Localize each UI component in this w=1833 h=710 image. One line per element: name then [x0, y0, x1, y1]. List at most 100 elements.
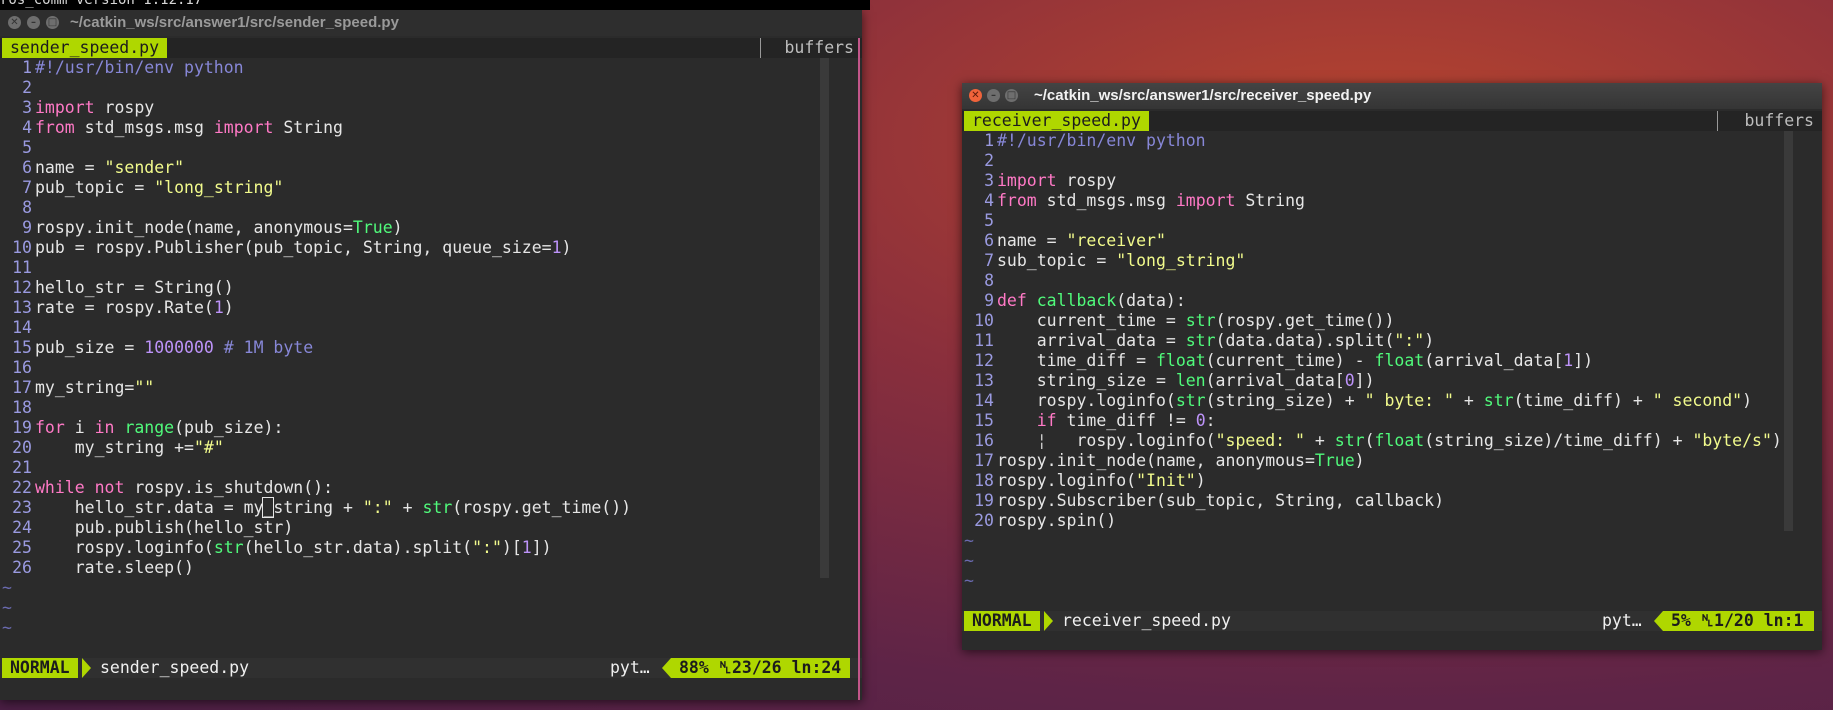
code-line[interactable]: 9 rospy.init_node(name, anonymous=True) — [0, 218, 862, 238]
code-line[interactable]: 13 rate = rospy.Rate(1) — [0, 298, 862, 318]
code-line[interactable]: 20 rospy.spin() — [962, 511, 1822, 531]
code-token: sub_topic = — [997, 251, 1117, 270]
code-line[interactable]: 16 — [0, 358, 862, 378]
maximize-icon[interactable]: □ — [1005, 89, 1018, 102]
code-line[interactable]: 13 string_size = len(arrival_data[0]) — [962, 371, 1822, 391]
scrollbar[interactable] — [820, 58, 829, 578]
code-line[interactable]: 16 ¦ rospy.loginfo("speed: " + str(float… — [962, 431, 1822, 451]
code-token: #!/usr/bin/env python — [35, 58, 244, 77]
code-token: (string_size)/time_diff) + — [1424, 431, 1693, 450]
code-line[interactable]: 20 my_string +="#" — [0, 438, 862, 458]
line-number: 6 — [22, 158, 32, 177]
code-line[interactable]: 12 hello_str = String() — [0, 278, 862, 298]
maximize-icon[interactable]: □ — [46, 16, 59, 29]
code-line[interactable]: 19 for i in range(pub_size): — [0, 418, 862, 438]
code-area[interactable]: 1 #!/usr/bin/env python 2 3 import rospy 4 fro… — [0, 58, 862, 638]
code-line[interactable]: 14 rospy.loginfo(str(string_size) + " by… — [962, 391, 1822, 411]
buffers-label: buffers — [784, 38, 854, 57]
vim-statusline: NORMAL sender_speed.py pyt… 88% ␤23/26 l… — [0, 658, 862, 678]
code-line[interactable]: 14 — [0, 318, 862, 338]
code-token: (rospy.get_time()) — [1215, 311, 1395, 330]
line-number: 1 — [984, 131, 994, 150]
code-line[interactable]: 4 from std_msgs.msg import String — [0, 118, 862, 138]
line-number: 17 — [974, 451, 994, 470]
code-line[interactable]: 8 — [962, 271, 1822, 291]
code-line[interactable]: 19 rospy.Subscriber(sub_topic, String, ca… — [962, 491, 1822, 511]
code-token: string + — [273, 498, 363, 517]
code-line[interactable]: 6 name = "receiver" — [962, 231, 1822, 251]
code-line[interactable]: 17 my_string="" — [0, 378, 862, 398]
code-line[interactable]: 5 — [962, 211, 1822, 231]
code-line[interactable]: 2 — [962, 151, 1822, 171]
code-line[interactable]: 25 rospy.loginfo(str(hello_str.data).spl… — [0, 538, 862, 558]
code-line[interactable]: 22 while not rospy.is_shutdown(): — [0, 478, 862, 498]
code-line[interactable]: 11 arrival_data = str(data.data).split("… — [962, 331, 1822, 351]
code-line[interactable]: 23 hello_str.data = my_string + ":" + st… — [0, 497, 862, 518]
line-number: 20 — [974, 511, 994, 530]
code-token: ]) — [531, 538, 552, 557]
line-number: 7 — [984, 251, 994, 270]
code-token: std_msgs.msg — [74, 118, 214, 137]
line-number: 13 — [974, 371, 994, 390]
vim-screen[interactable]: receiver_speed.py buffers 1 #!/usr/bin/en… — [962, 111, 1822, 650]
code-line[interactable]: 6 name = "sender" — [0, 158, 862, 178]
code-line[interactable]: 12 time_diff = float(current_time) - flo… — [962, 351, 1822, 371]
empty-line-tilde: ~ — [2, 578, 12, 597]
code-token: rate = rospy.Rate( — [35, 298, 214, 317]
code-line[interactable]: 24 pub.publish(hello_str) — [0, 518, 862, 538]
code-area[interactable]: 1 #!/usr/bin/env python 2 3 import rospy 4 fro… — [962, 131, 1822, 591]
code-token: 1 — [1563, 351, 1574, 370]
code-token: rospy.spin() — [997, 511, 1117, 530]
code-line[interactable]: 10 pub = rospy.Publisher(pub_topic, Strin… — [0, 238, 862, 258]
close-icon[interactable]: ✕ — [8, 16, 21, 29]
code-token: rospy.loginfo( — [1046, 431, 1216, 450]
code-line[interactable]: 5 — [0, 138, 862, 158]
terminal-window-receiver[interactable]: ✕ – □ ~/catkin_ws/src/answer1/src/receiv… — [962, 83, 1822, 650]
code-line[interactable]: 18 rospy.loginfo("Init") — [962, 471, 1822, 491]
status-position: 88% ␤23/26 ln:24 — [671, 658, 850, 678]
code-line[interactable]: 15 if time_diff != 0: — [962, 411, 1822, 431]
close-icon[interactable]: ✕ — [969, 89, 982, 102]
line-number: 25 — [12, 538, 32, 557]
code-token: 0 — [1344, 371, 1355, 390]
window-titlebar[interactable]: ✕ – □ ~/catkin_ws/src/answer1/src/sender… — [0, 10, 862, 36]
code-token: "receiver" — [1066, 231, 1166, 250]
minimize-icon[interactable]: – — [27, 16, 40, 29]
line-number: 19 — [974, 491, 994, 510]
code-line[interactable]: 9 def callback(data): — [962, 291, 1822, 311]
minimize-icon[interactable]: – — [987, 89, 1000, 102]
vim-screen[interactable]: sender_speed.py buffers 1 #!/usr/bin/env … — [0, 38, 862, 700]
code-token: : — [1205, 411, 1216, 430]
code-line[interactable]: 7 pub_topic = "long_string" — [0, 178, 862, 198]
code-line[interactable]: 7 sub_topic = "long_string" — [962, 251, 1822, 271]
code-line[interactable]: 1 #!/usr/bin/env python — [962, 131, 1822, 151]
window-titlebar[interactable]: ✕ – □ ~/catkin_ws/src/answer1/src/receiv… — [962, 83, 1822, 109]
code-token: for — [35, 418, 65, 437]
code-line[interactable]: 21 — [0, 458, 862, 478]
code-line[interactable]: 8 — [0, 198, 862, 218]
code-token: float — [1374, 431, 1425, 450]
scrollbar[interactable] — [1784, 131, 1793, 531]
line-number: 10 — [974, 311, 994, 330]
code-line[interactable]: 10 current_time = str(rospy.get_time()) — [962, 311, 1822, 331]
line-number: 2 — [22, 78, 32, 97]
code-token: " byte: " — [1364, 391, 1454, 410]
code-line[interactable]: 3 import rospy — [962, 171, 1822, 191]
line-number: 21 — [12, 458, 32, 477]
code-line[interactable]: 4 from std_msgs.msg import String — [962, 191, 1822, 211]
code-line[interactable]: 1 #!/usr/bin/env python — [0, 58, 862, 78]
code-line[interactable]: 26 rate.sleep() — [0, 558, 862, 578]
code-line[interactable]: 15 pub_size = 1000000 # 1M byte — [0, 338, 862, 358]
code-line[interactable]: 3 import rospy — [0, 98, 862, 118]
code-token: name = — [35, 158, 105, 177]
code-line[interactable]: 2 — [0, 78, 862, 98]
code-line[interactable]: 18 — [0, 398, 862, 418]
code-token: import — [35, 98, 95, 117]
terminal-window-sender[interactable]: ✕ – □ ~/catkin_ws/src/answer1/src/sender… — [0, 10, 862, 700]
code-token: "byte/s" — [1692, 431, 1772, 450]
line-number: 3 — [984, 171, 994, 190]
code-line[interactable]: 11 — [0, 258, 862, 278]
code-line[interactable]: 17 rospy.init_node(name, anonymous=True) — [962, 451, 1822, 471]
